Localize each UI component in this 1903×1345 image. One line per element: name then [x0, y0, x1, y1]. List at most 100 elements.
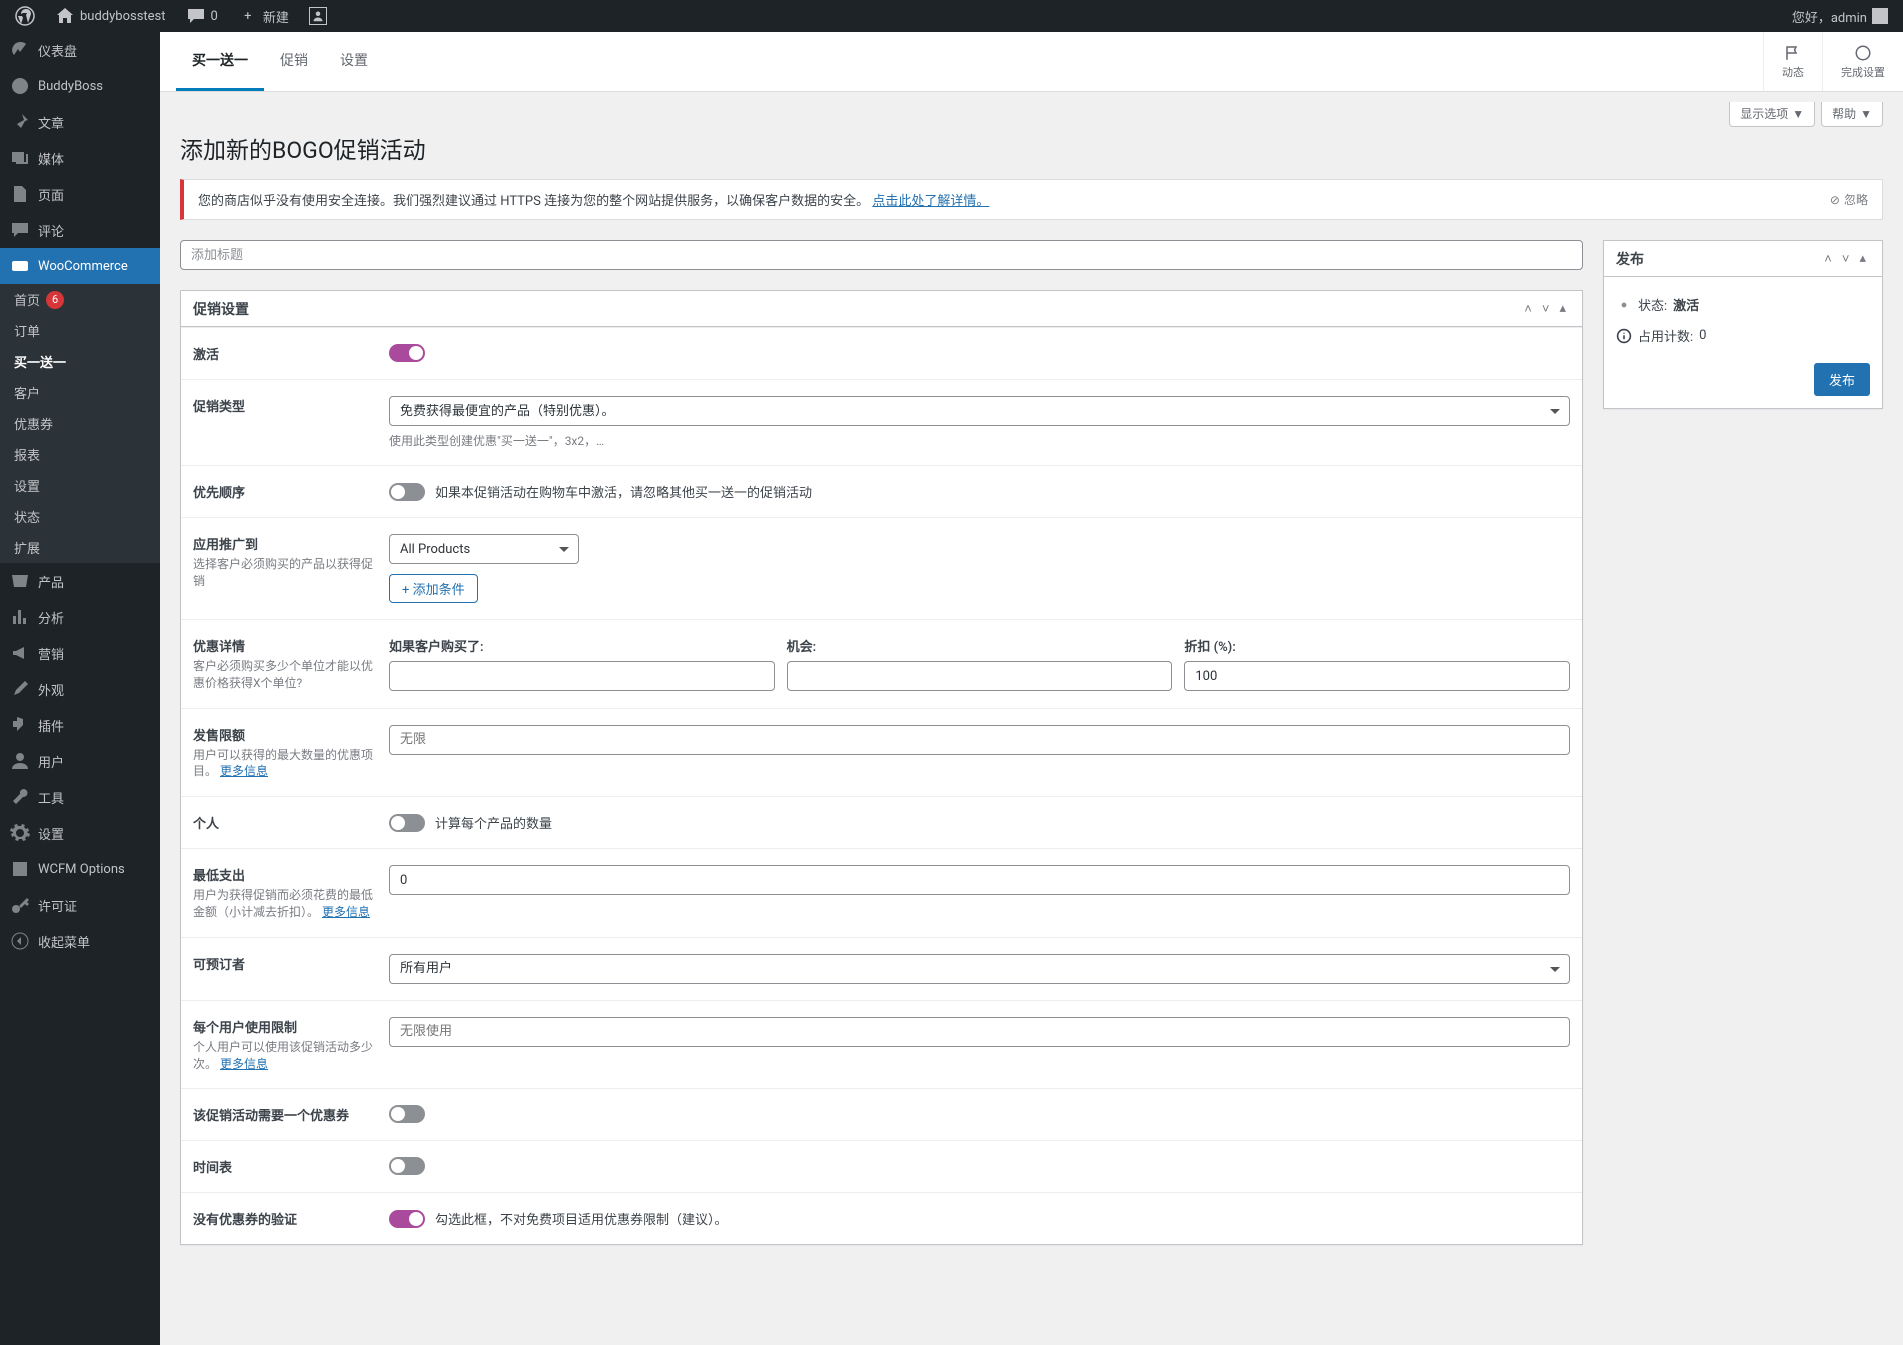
user-icon	[10, 751, 30, 771]
menu-dashboard[interactable]: 仪表盘	[0, 32, 160, 68]
more-info-link[interactable]: 更多信息	[322, 905, 370, 919]
media-icon	[10, 148, 30, 168]
wp-logo[interactable]	[8, 0, 42, 32]
submenu-home[interactable]: 首页6	[0, 284, 160, 315]
menu-pages[interactable]: 页面	[0, 176, 160, 212]
toggle-schedule[interactable]	[389, 1157, 425, 1175]
chevron-down-icon[interactable]: ˅	[1538, 297, 1554, 321]
tab-action-activity[interactable]: 动态	[1763, 32, 1822, 91]
menu-label: 外观	[38, 680, 64, 699]
menu-wcfm[interactable]: WCFM Options	[0, 851, 160, 887]
chevron-up-icon[interactable]: ˄	[1520, 297, 1536, 321]
menu-tools[interactable]: 工具	[0, 779, 160, 815]
notice-link[interactable]: 点击此处了解详情。	[872, 194, 989, 209]
woo-icon	[10, 256, 30, 276]
notice-text: 您的商店似乎没有使用安全连接。我们强烈建议通过 HTTPS 连接为您的整个网站提…	[198, 194, 869, 209]
help-button[interactable]: 帮助 ▼	[1821, 102, 1883, 127]
submenu-label: 优惠券	[14, 414, 53, 433]
tab-bogo[interactable]: 买一送一	[176, 32, 264, 91]
tab-promo[interactable]: 促销	[264, 32, 324, 91]
avatar	[1872, 8, 1888, 24]
tab-action-setup[interactable]: 完成设置	[1822, 32, 1903, 91]
toggle-activate[interactable]	[389, 344, 425, 362]
input-discount[interactable]	[1184, 661, 1570, 691]
label-schedule: 时间表	[193, 1157, 373, 1176]
select-promo-type[interactable]: 免费获得最便宜的产品（特别优惠）。	[389, 396, 1570, 426]
toggle-priority[interactable]	[389, 483, 425, 501]
submenu-extensions[interactable]: 扩展	[0, 532, 160, 563]
promo-settings-box: 促销设置 ˄˅▴ 激活 促销类型 免费获得最便宜的产品（特别优惠）。 使用此类型…	[180, 290, 1583, 1245]
info-icon	[1616, 328, 1632, 344]
submenu-customers[interactable]: 客户	[0, 377, 160, 408]
menu-posts[interactable]: 文章	[0, 104, 160, 140]
new-content-link[interactable]: +新建	[231, 0, 296, 32]
chevron-up-icon[interactable]: ˄	[1820, 247, 1836, 271]
buddyboss-icon	[10, 76, 30, 96]
megaphone-icon	[10, 643, 30, 663]
comments-count: 0	[211, 9, 218, 24]
admin-sidebar: 仪表盘 BuddyBoss 文章 媒体 页面 评论 WooCommerce 首页…	[0, 32, 160, 1345]
submenu-orders[interactable]: 订单	[0, 315, 160, 346]
input-sale-limit[interactable]	[389, 725, 1570, 755]
menu-woocommerce[interactable]: WooCommerce	[0, 248, 160, 284]
count-value: 0	[1699, 328, 1706, 343]
label-per-user: 每个用户使用限制	[193, 1017, 373, 1036]
https-notice: 您的商店似乎没有使用安全连接。我们强烈建议通过 HTTPS 连接为您的整个网站提…	[180, 179, 1883, 220]
publish-button[interactable]: 发布	[1814, 363, 1870, 396]
plus-icon: +	[238, 6, 258, 26]
input-per-user[interactable]	[389, 1017, 1570, 1047]
menu-collapse[interactable]: 收起菜单	[0, 923, 160, 959]
menu-products[interactable]: 产品	[0, 563, 160, 599]
toggle-requires-coupon[interactable]	[389, 1105, 425, 1123]
more-info-link[interactable]: 更多信息	[220, 764, 268, 778]
tabs-bar: 买一送一 促销 设置 动态 完成设置	[160, 32, 1903, 92]
toggle-individual[interactable]	[389, 814, 425, 832]
comment-icon	[186, 6, 206, 26]
tab-settings[interactable]: 设置	[324, 32, 384, 91]
notice-dismiss[interactable]: ⊘忽略	[1830, 191, 1868, 208]
site-name-link[interactable]: buddybosstest	[48, 0, 173, 32]
menu-media[interactable]: 媒体	[0, 140, 160, 176]
caret-up-icon[interactable]: ▴	[1855, 247, 1870, 271]
add-condition-button[interactable]: + 添加条件	[389, 574, 478, 603]
menu-comments[interactable]: 评论	[0, 212, 160, 248]
submenu-status[interactable]: 状态	[0, 501, 160, 532]
toggle-no-coupon-verify[interactable]	[389, 1210, 425, 1228]
label-allowed-users: 可预订者	[193, 954, 373, 973]
input-buy-qty[interactable]	[389, 661, 775, 691]
title-input[interactable]	[180, 240, 1583, 270]
menu-marketing[interactable]: 营销	[0, 635, 160, 671]
tab-action-label: 完成设置	[1841, 64, 1885, 80]
select-apply-to[interactable]: All Products	[389, 534, 579, 564]
screen-options-button[interactable]: 显示选项 ▼	[1729, 102, 1815, 127]
submenu-coupons[interactable]: 优惠券	[0, 408, 160, 439]
menu-label: 产品	[38, 572, 64, 591]
publish-title: 发布	[1616, 249, 1644, 269]
label-activate: 激活	[193, 344, 373, 363]
comments-icon	[10, 220, 30, 240]
submenu-reports[interactable]: 报表	[0, 439, 160, 470]
comments-link[interactable]: 0	[179, 0, 225, 32]
my-account[interactable]: 您好，admin	[1785, 0, 1895, 32]
input-min-spend[interactable]	[389, 865, 1570, 895]
menu-label: 用户	[38, 752, 64, 771]
menu-label: 设置	[38, 824, 64, 843]
submenu-settings[interactable]: 设置	[0, 470, 160, 501]
menu-buddyboss[interactable]: BuddyBoss	[0, 68, 160, 104]
more-info-link[interactable]: 更多信息	[220, 1057, 268, 1071]
menu-appearance[interactable]: 外观	[0, 671, 160, 707]
input-get-qty[interactable]	[787, 661, 1173, 691]
menu-analytics[interactable]: 分析	[0, 599, 160, 635]
submenu-bogo[interactable]: 买一送一	[0, 346, 160, 377]
caret-up-icon[interactable]: ▴	[1555, 297, 1570, 321]
menu-settings[interactable]: 设置	[0, 815, 160, 851]
col-label-get: 机会:	[787, 636, 1173, 655]
extra-icon-link[interactable]	[302, 0, 334, 32]
label-apply-to: 应用推广到	[193, 534, 373, 553]
menu-license[interactable]: 许可证	[0, 887, 160, 923]
text-individual: 计算每个产品的数量	[435, 817, 552, 832]
select-allowed-users[interactable]: 所有用户	[389, 954, 1570, 984]
chevron-down-icon[interactable]: ˅	[1838, 247, 1854, 271]
menu-plugins[interactable]: 插件	[0, 707, 160, 743]
menu-users[interactable]: 用户	[0, 743, 160, 779]
